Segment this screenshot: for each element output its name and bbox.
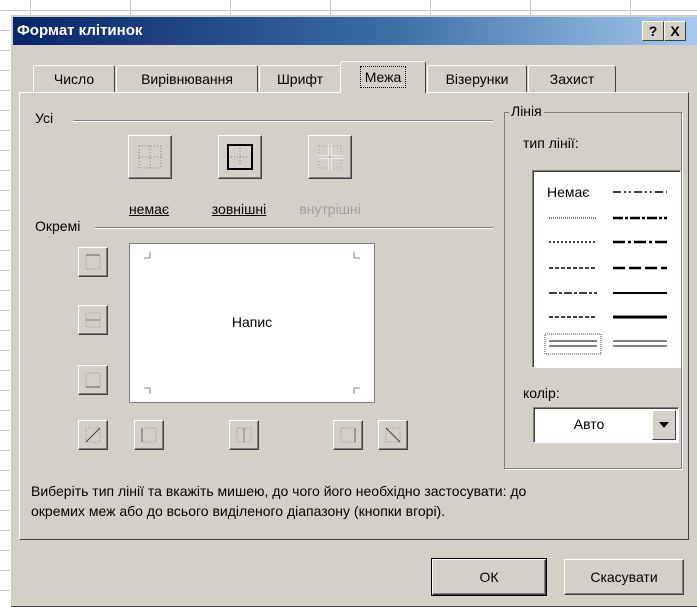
instruction-line-1: Виберіть тип лінії та вкажіть мишею, до … xyxy=(31,483,527,499)
border-inside-vertical-button[interactable] xyxy=(229,420,259,450)
border-inside-horizontal-button[interactable] xyxy=(78,305,108,335)
tab-border[interactable]: Межа xyxy=(340,61,426,93)
title-bar: Формат клітинок ? X xyxy=(13,17,697,45)
line-color-select[interactable]: Авто xyxy=(533,407,679,443)
border-bottom-icon xyxy=(85,372,101,388)
tab-patterns[interactable]: Візерунки xyxy=(427,65,527,92)
dropdown-arrow-button[interactable] xyxy=(652,410,676,440)
cancel-button[interactable]: Скасувати xyxy=(564,559,684,595)
tab-strip: Число Вирівнювання Шрифт Межа Візерунки … xyxy=(19,61,679,93)
instruction-text: Виберіть тип лінії та вкажіть мишею, до … xyxy=(31,481,681,521)
line-style-swatches xyxy=(544,191,667,355)
preset-none-button[interactable] xyxy=(128,135,172,179)
border-diagonal-down-button[interactable] xyxy=(378,420,408,450)
border-left-icon xyxy=(141,427,157,443)
line-group-label: Лінія xyxy=(509,103,544,119)
preview-sample-text: Напис xyxy=(231,314,273,330)
line-color-label: колір: xyxy=(523,385,560,401)
border-diagonal-down-icon xyxy=(385,427,401,443)
border-diagonal-up-icon xyxy=(85,427,101,443)
line-color-value: Авто xyxy=(573,416,605,432)
tab-protection[interactable]: Захист xyxy=(528,65,616,92)
border-left-button[interactable] xyxy=(134,420,164,450)
border-right-button[interactable] xyxy=(333,420,363,450)
format-cells-dialog: Формат клітинок ? X Число Вирівнювання Ш… xyxy=(10,14,697,607)
border-group-label: Окремі xyxy=(33,218,83,234)
close-button[interactable]: X xyxy=(664,21,686,41)
preset-none-icon xyxy=(138,145,162,169)
border-diagonal-up-button[interactable] xyxy=(78,420,108,450)
help-button[interactable]: ? xyxy=(642,21,664,41)
tab-font[interactable]: Шрифт xyxy=(259,65,341,92)
border-inside-horizontal-icon xyxy=(85,312,101,328)
border-inside-vertical-icon xyxy=(236,427,252,443)
preset-inside-icon xyxy=(317,144,343,170)
border-right-icon xyxy=(340,427,356,443)
chevron-down-icon xyxy=(659,422,669,428)
presets-group-label: Усі xyxy=(33,110,56,126)
border-preview[interactable]: Напис xyxy=(129,243,375,403)
preset-outline-label: зовнішні xyxy=(211,201,267,217)
ok-button[interactable]: ОК xyxy=(431,558,547,596)
preset-none-label: немає xyxy=(128,201,170,217)
preset-inside-label: внутрішні xyxy=(299,201,361,217)
instruction-line-2: окремих меж або до всього виділеного діа… xyxy=(31,503,446,519)
border-top-icon xyxy=(85,254,101,270)
line-style-list[interactable]: Немає xyxy=(532,170,681,368)
tab-alignment[interactable]: Вирівнювання xyxy=(116,65,258,92)
dialog-title: Формат клітинок xyxy=(17,22,143,39)
border-bottom-button[interactable] xyxy=(78,365,108,395)
border-top-button[interactable] xyxy=(78,247,108,277)
preset-inside-button[interactable] xyxy=(308,135,352,179)
presets-divider xyxy=(73,120,493,122)
preset-outline-icon xyxy=(227,144,253,170)
tab-number[interactable]: Число xyxy=(33,65,115,92)
border-divider xyxy=(95,227,493,229)
preset-outline-button[interactable] xyxy=(218,135,262,179)
line-style-label: тип лінії: xyxy=(523,135,579,151)
